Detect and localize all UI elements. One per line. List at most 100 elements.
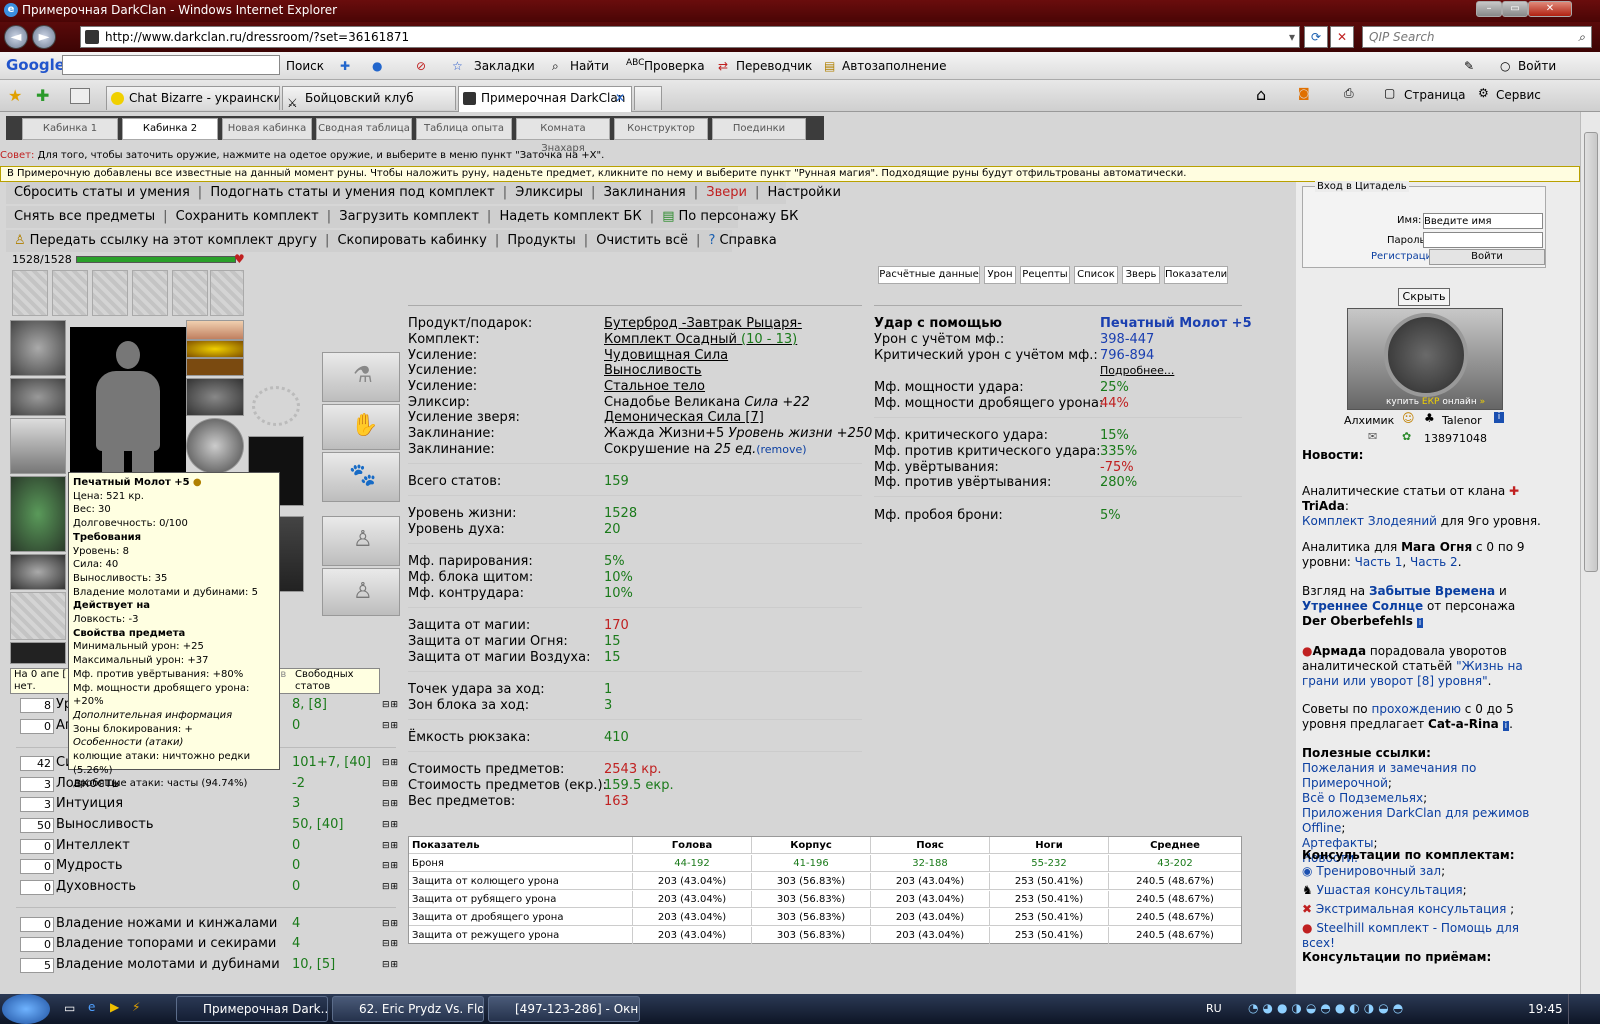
service-menu-button[interactable]: Сервис: [1496, 88, 1541, 102]
consult-link[interactable]: Экстримальная консультация: [1316, 902, 1506, 916]
task-music[interactable]: 62. Eric Prydz Vs. Flo...: [332, 996, 484, 1022]
save-set-link[interactable]: Сохранить комплект: [176, 209, 319, 224]
google-search-button[interactable]: Поиск: [286, 59, 324, 73]
remove-all-link[interactable]: Снять все предметы: [14, 209, 155, 224]
tab-recipes[interactable]: Рецепты: [1020, 266, 1070, 284]
back-button[interactable]: ◄: [4, 25, 28, 49]
products-link[interactable]: Продукты: [507, 233, 575, 248]
news-link[interactable]: Часть 2: [1410, 555, 1458, 569]
rings-upper-slot[interactable]: [186, 358, 244, 376]
plus-icon[interactable]: ✚: [340, 59, 350, 73]
pose-slot-1[interactable]: ♙: [322, 516, 400, 566]
bookmarks-button[interactable]: Закладки: [474, 59, 535, 73]
help-link[interactable]: Справка: [719, 233, 776, 248]
wrench-icon[interactable]: ✎: [1464, 59, 1474, 73]
username-input[interactable]: [1423, 213, 1543, 229]
media-icon[interactable]: ▶: [110, 1000, 119, 1014]
consult-link[interactable]: Steelhill комплект - Помощь для всех!: [1302, 921, 1519, 950]
chat-icon[interactable]: ●: [372, 59, 382, 73]
close-button[interactable]: ✕: [1528, 1, 1572, 17]
plus-minus-buttons[interactable]: ⊟⊞: [382, 779, 399, 789]
remove-spell-link[interactable]: (remove): [756, 443, 806, 456]
hide-button[interactable]: Скрыть: [1398, 288, 1450, 306]
hammer-slot[interactable]: [10, 418, 66, 474]
tab-calculated[interactable]: Расчётные данные: [878, 266, 980, 284]
player-alchemist[interactable]: Алхимик: [1344, 414, 1394, 427]
more-details-link[interactable]: Подробнее...: [1100, 364, 1174, 377]
search-icon[interactable]: ⌕: [1578, 27, 1585, 47]
ekr-banner[interactable]: купить ЕКР онлайн »: [1347, 308, 1503, 410]
print-icon[interactable]: ⎙: [1344, 86, 1354, 101]
consult-link[interactable]: Ушастая консультация: [1317, 883, 1463, 897]
stat-input[interactable]: 42: [20, 756, 54, 771]
belt-slot[interactable]: [10, 554, 66, 590]
plus-minus-buttons[interactable]: ⊟⊞: [382, 721, 399, 731]
pose-slot-2[interactable]: ♙: [322, 568, 400, 616]
empty-slot[interactable]: [132, 270, 168, 316]
consult-link[interactable]: Тренировочный зал: [1316, 864, 1441, 878]
password-input[interactable]: [1423, 232, 1543, 248]
stat-input[interactable]: 8: [20, 698, 54, 713]
food-link[interactable]: Бутерброд -Завтрак Рыцаря-: [604, 316, 802, 331]
empty-slot[interactable]: [10, 592, 66, 640]
news-link[interactable]: Утреннее Солнце: [1302, 599, 1423, 613]
task-dressroom[interactable]: Примерочная Dark...: [176, 996, 328, 1022]
reset-stats-link[interactable]: Сбросить статы и умения: [14, 185, 190, 200]
cab-tab-fights[interactable]: Поединки: [712, 118, 806, 140]
cab-tab-summary[interactable]: Сводная таблица: [316, 118, 412, 140]
stat-input[interactable]: 0: [20, 859, 54, 874]
set-link[interactable]: Комплект Осадный (10 - 13): [604, 332, 797, 347]
register-link[interactable]: Регистрация: [1371, 251, 1438, 262]
add-favorite-icon[interactable]: ✚: [36, 86, 49, 105]
autofill-button[interactable]: Автозаполнение: [842, 59, 946, 73]
task-window[interactable]: [497-123-286] - Окн...: [488, 996, 640, 1022]
language-indicator[interactable]: RU: [1206, 1002, 1222, 1015]
empty-slot[interactable]: [210, 270, 244, 316]
new-tab-button[interactable]: [634, 86, 662, 110]
rings-slot[interactable]: [10, 642, 66, 664]
tab-beast[interactable]: Зверь: [1122, 266, 1160, 284]
quick-tabs-icon[interactable]: [70, 88, 90, 104]
plus-minus-buttons[interactable]: ⊟⊞: [382, 799, 399, 809]
ie-quicklaunch-icon[interactable]: e: [88, 1000, 95, 1014]
cab-tab-new[interactable]: Новая кабинка: [222, 118, 312, 140]
tab-dressroom[interactable]: Примерочная DarkClan ✕: [458, 86, 632, 112]
stat-input[interactable]: 0: [20, 839, 54, 854]
stat-input[interactable]: 50: [20, 818, 54, 833]
useful-link[interactable]: Всё о Подземельях: [1302, 791, 1423, 805]
weapon-link[interactable]: Печатный Молот +5: [1100, 316, 1252, 331]
cab-tab-1[interactable]: Кабинка 1: [22, 118, 118, 140]
copy-cabin-link[interactable]: Скопировать кабинку: [337, 233, 486, 248]
winamp-icon[interactable]: ⚡: [132, 1000, 140, 1014]
scrollbar-thumb[interactable]: [1584, 132, 1598, 572]
wear-bk-set-link[interactable]: Надеть комплект БК: [499, 209, 641, 224]
plus-minus-buttons[interactable]: ⊟⊞: [382, 758, 399, 768]
cab-tab-exp[interactable]: Таблица опыта: [416, 118, 512, 140]
earrings-slot[interactable]: [186, 320, 244, 340]
url-input[interactable]: http://www.darkclan.ru/dressroom/?set=36…: [80, 26, 1300, 48]
elixirs-link[interactable]: Эликсиры: [515, 185, 583, 200]
cab-tab-constructor[interactable]: Конструктор: [614, 118, 708, 140]
find-button[interactable]: Найти: [570, 59, 609, 73]
google-login-button[interactable]: Войти: [1518, 59, 1556, 73]
bracers-slot[interactable]: [10, 378, 66, 416]
buff-link[interactable]: Выносливость: [604, 363, 702, 378]
vertical-scrollbar[interactable]: [1580, 112, 1600, 994]
qip-search-input[interactable]: QIP Search ⌕: [1362, 26, 1592, 48]
start-button[interactable]: [2, 994, 50, 1024]
tab-damage[interactable]: Урон: [984, 266, 1016, 284]
stop-icon[interactable]: ✕: [1330, 26, 1354, 48]
by-character-link[interactable]: По персонажу БК: [679, 209, 799, 224]
dropdown-icon[interactable]: ▾: [1289, 27, 1295, 47]
news-link[interactable]: Забытые Времена: [1369, 584, 1495, 598]
news-link[interactable]: Часть 1: [1355, 555, 1403, 569]
plus-minus-buttons[interactable]: ⊟⊞: [382, 861, 399, 871]
rss-icon[interactable]: ◙: [1298, 86, 1310, 100]
load-set-link[interactable]: Загрузить комплект: [339, 209, 479, 224]
useful-link[interactable]: Пожелания и замечания по Примерочной: [1302, 761, 1476, 790]
stat-input[interactable]: 5: [20, 958, 54, 973]
clear-all-link[interactable]: Очистить всё: [596, 233, 688, 248]
plus-minus-buttons[interactable]: ⊟⊞: [382, 820, 399, 830]
fit-stats-link[interactable]: Подогнать статы и умения под комплект: [210, 185, 494, 200]
stat-input[interactable]: 0: [20, 719, 54, 734]
